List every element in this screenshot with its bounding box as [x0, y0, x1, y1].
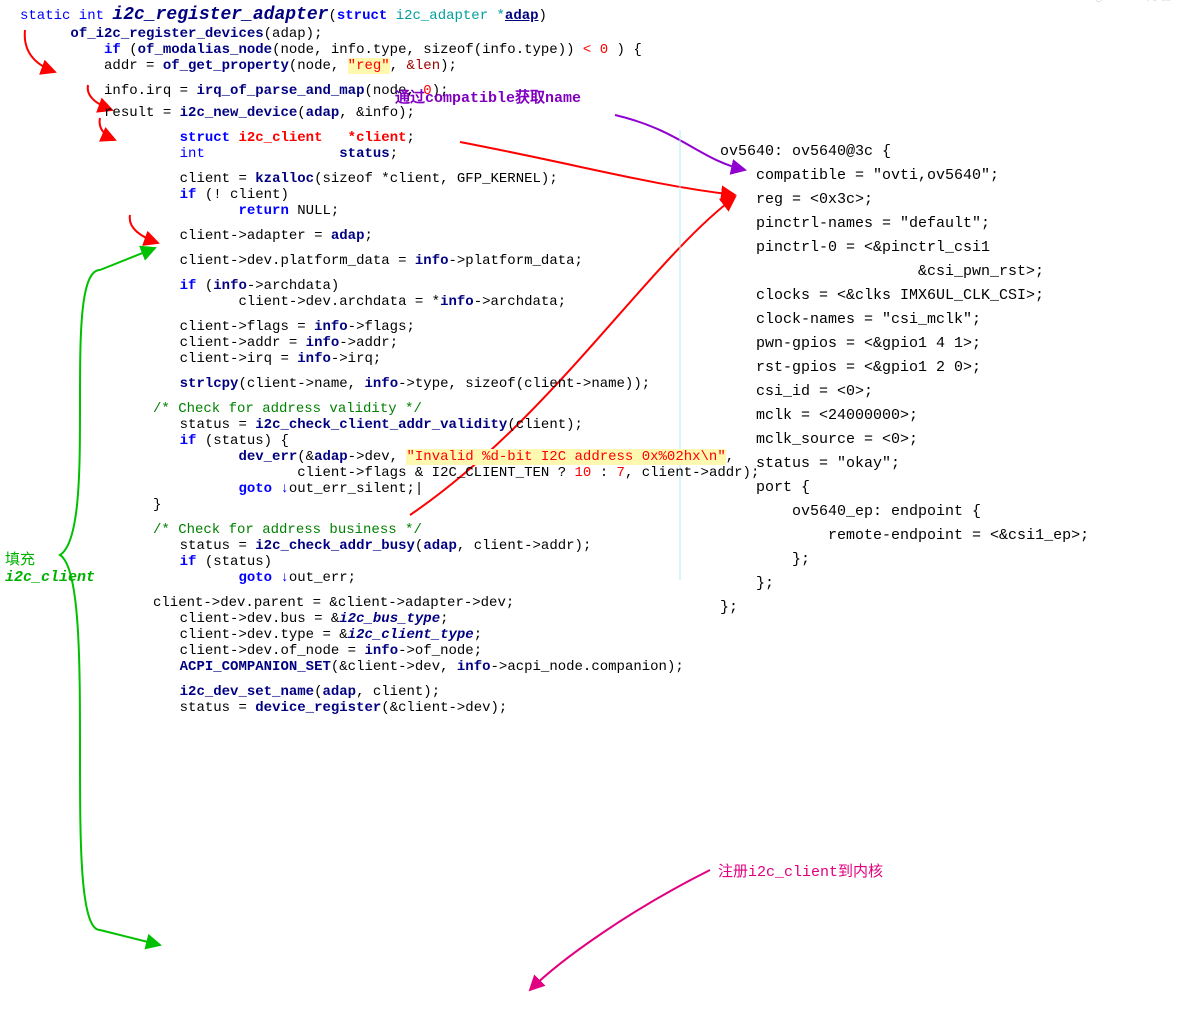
line-devreg: status = device_register(&client->dev); [20, 700, 759, 716]
line-validity: status = i2c_check_client_addr_validity(… [20, 417, 759, 433]
dts-node-open: ov5640: ov5640@3c { [720, 140, 1089, 164]
line-if-archdata: if (info->archdata) [20, 278, 759, 294]
line-int-status: int status; [20, 146, 759, 162]
annotation-register: 注册i2c_client到内核 [718, 860, 883, 881]
line-archdata-assign: client->dev.archdata = *info->archdata; [20, 294, 759, 310]
kw-static-int: static int [20, 8, 112, 24]
line-adapter: client->adapter = adap; [20, 228, 759, 244]
line-bus: client->dev.bus = &i2c_bus_type; [20, 611, 759, 627]
line-return-null: return NULL; [20, 203, 759, 219]
line-ofnode: client->dev.of_node = info->of_node; [20, 643, 759, 659]
line-busy: status = i2c_check_addr_busy(adap, clien… [20, 538, 759, 554]
comment-busy: /* Check for address business */ [20, 522, 759, 538]
line-setname: i2c_dev_set_name(adap, client); [20, 684, 759, 700]
dts-pwn: pwn-gpios = <&gpio1 4 1>; [720, 332, 1089, 356]
dts-reg: reg = <0x3c>; [720, 188, 1089, 212]
line-dev-err: dev_err(&adap->dev, "Invalid %d-bit I2C … [20, 449, 759, 465]
dts-csiid: csi_id = <0>; [720, 380, 1089, 404]
line-struct-client: struct i2c_client *client; [20, 130, 759, 146]
line-parent: client->dev.parent = &client->adapter->d… [20, 595, 759, 611]
line-type: client->dev.type = &i2c_client_type; [20, 627, 759, 643]
watermark: @51CTO博客 [1095, 0, 1173, 5]
line-addr2: client->addr = info->addr; [20, 335, 759, 351]
line-if-status: if (status) { [20, 433, 759, 449]
line-brace1: } [20, 497, 759, 513]
line-new-device: result = i2c_new_device(adap, &info); [20, 105, 759, 121]
line-of_i2c_register_devices: of_i2c_register_devices(adap); [20, 26, 759, 42]
dts-endpoint: ov5640_ep: endpoint { [720, 500, 1089, 524]
dts-pinctrl-names: pinctrl-names = "default"; [720, 212, 1089, 236]
line-flags: client->flags = info->flags; [20, 319, 759, 335]
dts-block: ov5640: ov5640@3c { compatible = "ovti,o… [720, 140, 1089, 620]
dts-port: port { [720, 476, 1089, 500]
dts-pinctrl0b: &csi_pwn_rst>; [720, 260, 1089, 284]
line-irq2: client->irq = info->irq; [20, 351, 759, 367]
dts-pinctrl0a: pinctrl-0 = <&pinctrl_csi1 [720, 236, 1089, 260]
dts-close2: }; [720, 572, 1089, 596]
line-if-notclient: if (! client) [20, 187, 759, 203]
line-platform-data: client->dev.platform_data = info->platfo… [20, 253, 759, 269]
annotation-compatible: 通过compatible获取name [395, 86, 581, 107]
annotation-fill-client: 填充i2c_client [5, 548, 95, 586]
dts-clocknames: clock-names = "csi_mclk"; [720, 308, 1089, 332]
line-kzalloc: client = kzalloc(sizeof *client, GFP_KER… [20, 171, 759, 187]
dts-status: status = "okay"; [720, 452, 1089, 476]
line-irq: info.irq = irq_of_parse_and_map(node, 0)… [20, 83, 759, 99]
fn-decl: static int i2c_register_adapter(struct i… [20, 5, 759, 25]
line-goto-silent: goto ↓out_err_silent;| [20, 481, 759, 497]
dts-close3: }; [720, 596, 1089, 620]
comment-validity: /* Check for address validity */ [20, 401, 759, 417]
dts-mclk: mclk = <24000000>; [720, 404, 1089, 428]
fn-name: i2c_register_adapter [112, 5, 328, 25]
line-acpi: ACPI_COMPANION_SET(&client->dev, info->a… [20, 659, 759, 675]
line-addr: addr = of_get_property(node, "reg", &len… [20, 58, 759, 74]
line-if-modalias: if (of_modalias_node(node, info.type, si… [20, 42, 759, 58]
line-strlcpy: strlcpy(client->name, info->type, sizeof… [20, 376, 759, 392]
dts-clocks: clocks = <&clks IMX6UL_CLK_CSI>; [720, 284, 1089, 308]
dts-mclksrc: mclk_source = <0>; [720, 428, 1089, 452]
dts-close1: }; [720, 548, 1089, 572]
dts-remote: remote-endpoint = <&csi1_ep>; [720, 524, 1089, 548]
code-block: static int i2c_register_adapter(struct i… [20, 5, 759, 716]
dts-compatible: compatible = "ovti,ov5640"; [720, 164, 1089, 188]
line-if-status2: if (status) [20, 554, 759, 570]
line-dev-err2: client->flags & I2C_CLIENT_TEN ? 10 : 7,… [20, 465, 759, 481]
line-goto-outerr: goto ↓out_err; [20, 570, 759, 586]
dts-rst: rst-gpios = <&gpio1 2 0>; [720, 356, 1089, 380]
